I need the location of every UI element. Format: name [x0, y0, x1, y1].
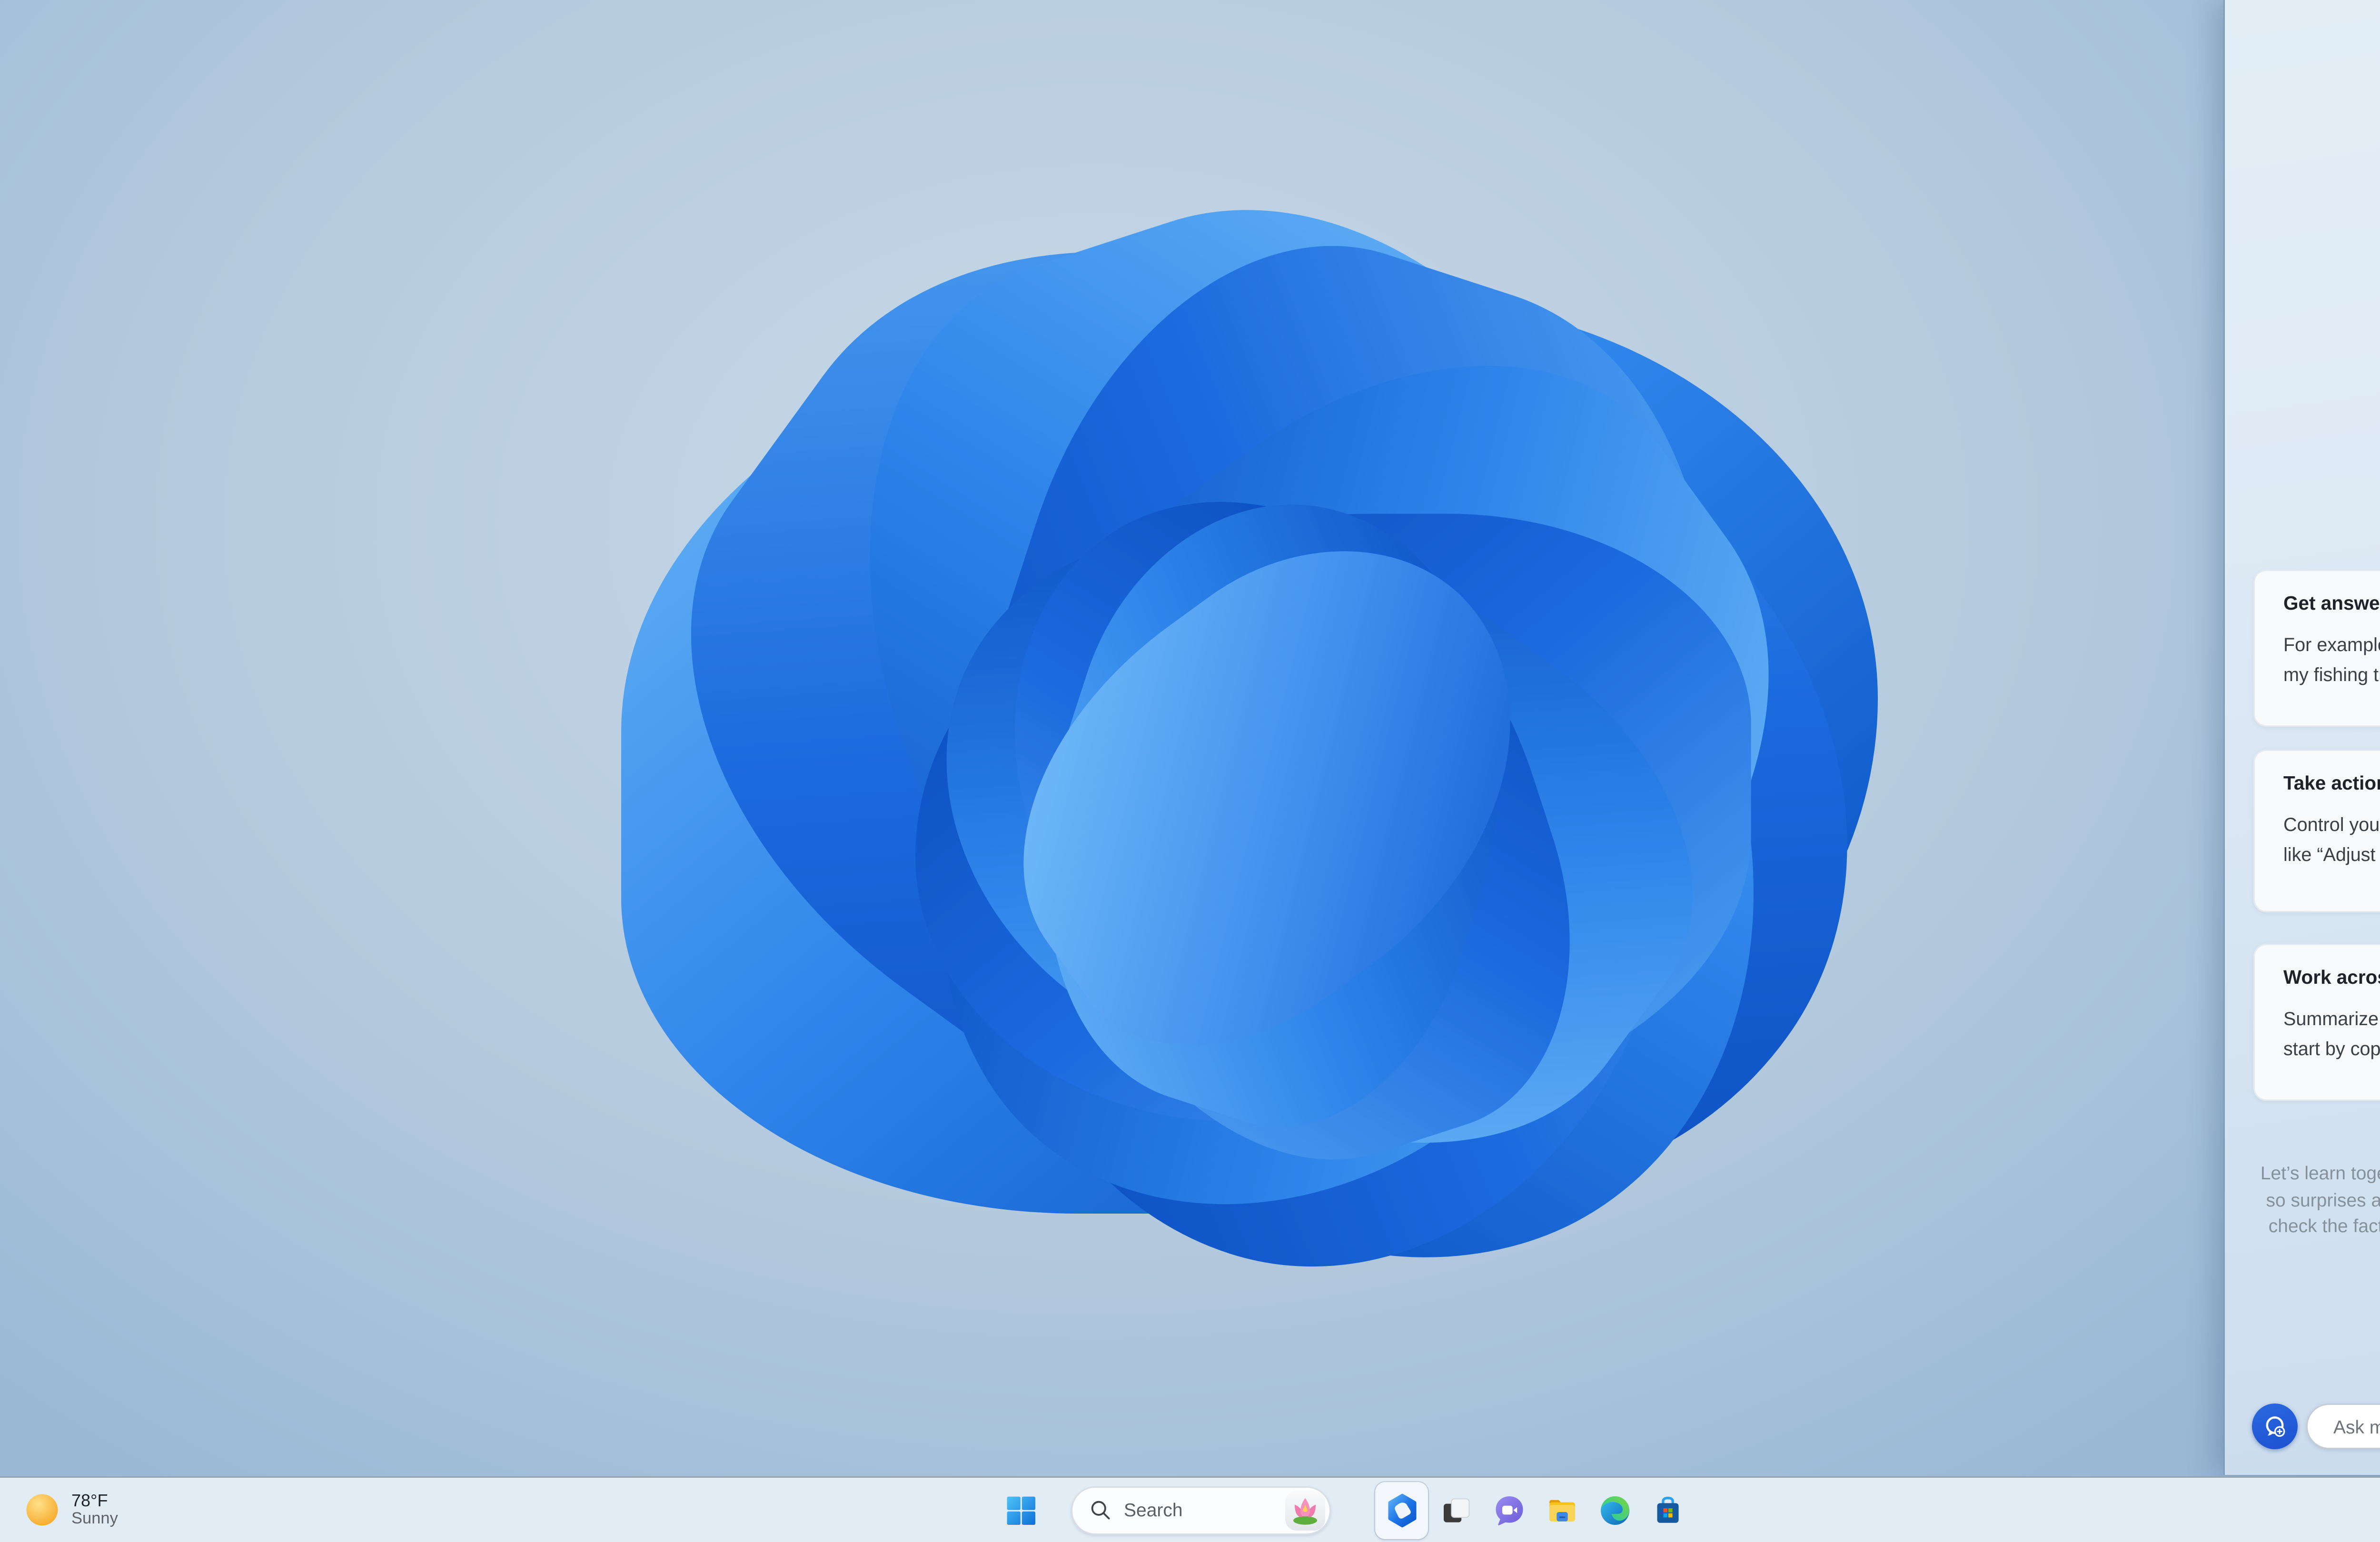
copilot-panel: Copilot Get answers to complex questions… — [2223, 0, 2380, 1475]
store-icon — [1656, 1496, 1678, 1523]
taskbar-app-edge[interactable] — [1588, 1482, 1641, 1539]
desktop-wallpaper — [0, 0, 2380, 1542]
disclaimer-text: Let’s learn together. Windows copilot is… — [2260, 1162, 2380, 1236]
lotus-image — [1285, 1490, 1325, 1530]
card-title: Work across documents — [2283, 967, 2380, 988]
panel-title: Copilot — [2225, 435, 2380, 480]
chat-icon — [1495, 1496, 1522, 1525]
new-chat-icon[interactable] — [2252, 1404, 2298, 1449]
taskbar: 78°F Sunny Search — [0, 1475, 2380, 1542]
ask-me-anything-input[interactable] — [2306, 1404, 2380, 1449]
search-icon — [1091, 1501, 1110, 1520]
search-input[interactable]: Search — [1071, 1485, 1331, 1534]
weather-temp: 78°F — [71, 1491, 108, 1511]
weather-condition: Sunny — [71, 1511, 118, 1528]
taskbar-app-copilot[interactable] — [1375, 1482, 1428, 1539]
task-view-icon — [1443, 1498, 1469, 1522]
card-body: For example, you could ask “Help me plan… — [2283, 634, 2380, 685]
taskbar-app-file-explorer[interactable] — [1535, 1482, 1588, 1539]
taskbar-app-task-view[interactable] — [1429, 1482, 1482, 1539]
start-button[interactable] — [1004, 1493, 1042, 1529]
ai-disclaimer: Let’s learn together. Windows copilot is… — [2252, 1161, 2380, 1266]
copilot-taskbar-icon — [1385, 1493, 1419, 1528]
card-title: Get answers to complex questions — [2283, 593, 2380, 614]
taskbar-app-chat[interactable] — [1482, 1482, 1535, 1539]
feature-card-actions: Take actions on your PC Control your Win… — [2253, 750, 2380, 912]
copilot-input-row — [2225, 1402, 2380, 1453]
screen: Copilot Get answers to complex questions… — [0, 0, 2380, 1542]
windows-logo-icon — [1007, 1496, 1035, 1525]
card-body: Summarize and compose text from any app … — [2283, 1008, 2380, 1059]
feature-card-answers: Get answers to complex questions For exa… — [2253, 570, 2380, 727]
card-title: Take actions on your PC — [2283, 772, 2380, 794]
taskbar-app-store[interactable] — [1641, 1482, 1694, 1539]
edge-icon — [1600, 1496, 1629, 1525]
weather-widget[interactable]: 78°F Sunny — [17, 1482, 127, 1539]
sun-icon — [26, 1494, 58, 1526]
card-body: Control your Windows environment with ac… — [2283, 814, 2380, 865]
search-label: Search — [1124, 1499, 1183, 1521]
file-explorer-icon — [1548, 1500, 1575, 1522]
feature-card-documents: Work across documents Summarize and comp… — [2253, 944, 2380, 1101]
